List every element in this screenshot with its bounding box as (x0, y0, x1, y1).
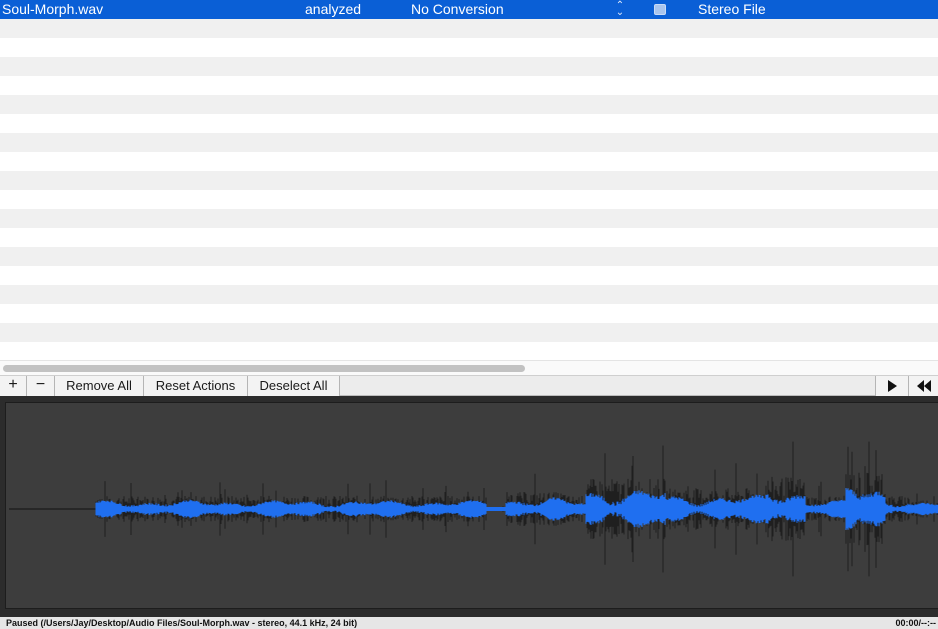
rewind-icon (916, 380, 931, 392)
waveform-display[interactable] (5, 402, 938, 609)
empty-table-row (0, 304, 938, 323)
empty-table-row (0, 266, 938, 285)
empty-table-row (0, 38, 938, 57)
empty-table-row (0, 190, 938, 209)
remove-file-button[interactable]: − (27, 376, 55, 396)
file-name-cell: Soul-Morph.wav (2, 1, 104, 17)
empty-table-row (0, 342, 938, 360)
remove-all-button[interactable]: Remove All (55, 376, 144, 396)
file-checkbox[interactable] (654, 4, 666, 15)
deselect-all-button[interactable]: Deselect All (248, 376, 340, 396)
empty-rows (0, 19, 938, 360)
audio-converter-window: Soul-Morph.wav analyzed No Conversion ⌃ ⌄… (0, 0, 938, 629)
empty-table-row (0, 323, 938, 342)
empty-table-row (0, 133, 938, 152)
add-file-button[interactable]: + (0, 376, 27, 396)
play-icon (888, 380, 897, 392)
empty-table-row (0, 152, 938, 171)
empty-table-row (0, 57, 938, 76)
file-table[interactable]: Soul-Morph.wav analyzed No Conversion ⌃ ⌄… (0, 0, 938, 360)
conversion-select-stepper-icon[interactable]: ⌃ ⌄ (614, 1, 626, 18)
empty-table-row (0, 228, 938, 247)
scrollbar-thumb[interactable] (3, 365, 525, 372)
list-toolbar: + − Remove All Reset Actions Deselect Al… (0, 375, 938, 396)
file-status-cell: analyzed (305, 1, 362, 17)
empty-table-row (0, 114, 938, 133)
status-bar: Paused (/Users/Jay/Desktop/Audio Files/S… (0, 617, 938, 629)
waveform-graph (9, 441, 938, 577)
empty-table-row (0, 19, 938, 38)
reset-actions-button[interactable]: Reset Actions (144, 376, 248, 396)
empty-table-row (0, 247, 938, 266)
file-type-cell: Stereo File (698, 1, 766, 17)
empty-table-row (0, 285, 938, 304)
empty-table-row (0, 171, 938, 190)
horizontal-scrollbar[interactable] (0, 360, 938, 375)
table-row[interactable]: Soul-Morph.wav analyzed No Conversion ⌃ ⌄… (0, 0, 938, 19)
waveform-panel (0, 396, 938, 617)
playback-status: Paused (/Users/Jay/Desktop/Audio Files/S… (6, 618, 358, 628)
play-button[interactable] (875, 376, 908, 396)
conversion-select[interactable]: No Conversion (411, 0, 504, 19)
empty-table-row (0, 209, 938, 228)
rewind-button[interactable] (908, 376, 938, 396)
empty-table-row (0, 76, 938, 95)
empty-table-row (0, 95, 938, 114)
playback-time: 00:00/--:-- (895, 618, 936, 628)
